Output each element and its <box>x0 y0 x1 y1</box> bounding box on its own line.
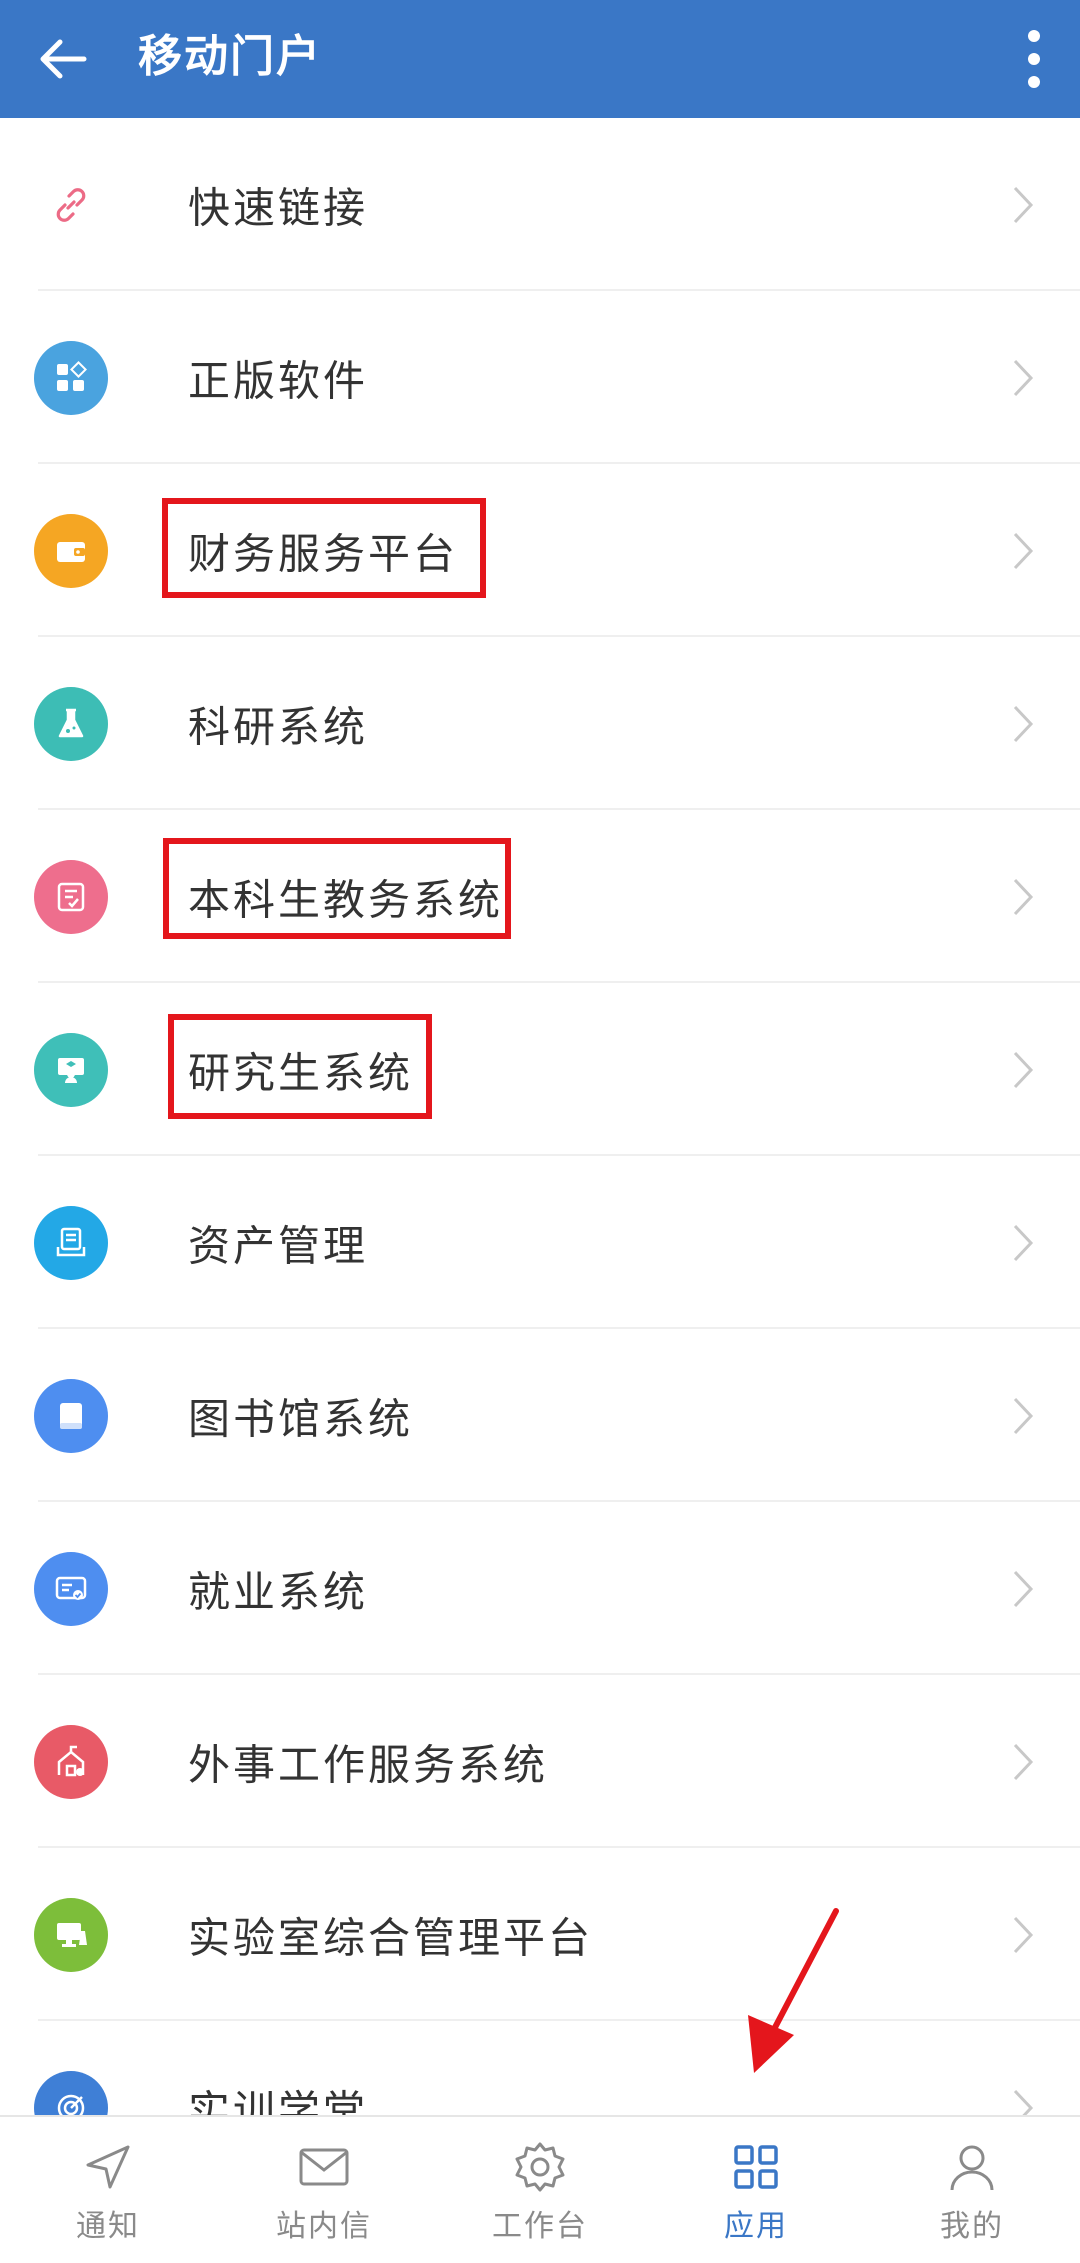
list-item-label: 快速链接 <box>188 183 369 232</box>
app-bar: 移动门户 <box>0 0 1080 118</box>
page-title: 移动门户 <box>138 31 322 82</box>
list-item-graduate-system[interactable]: 研究生系统 <box>0 983 1080 1156</box>
presentation-icon <box>34 1032 108 1107</box>
chevron-right-icon <box>1013 1743 1034 1780</box>
chevron-right-icon <box>1013 878 1034 915</box>
list-item-label: 正版软件 <box>188 356 369 405</box>
book-icon <box>34 1378 108 1453</box>
list-item-licensed-software[interactable]: 正版软件 <box>0 291 1080 464</box>
chevron-right-icon <box>1013 1224 1034 1261</box>
archive-icon <box>34 1205 108 1280</box>
mail-icon <box>299 2148 349 2186</box>
back-arrow-icon[interactable] <box>32 28 94 90</box>
chevron-right-icon <box>1013 186 1034 223</box>
tab-notifications[interactable]: 通知 <box>0 2117 216 2263</box>
chevron-right-icon <box>1013 1916 1034 1953</box>
wallet-icon <box>34 513 108 588</box>
tab-label: 我的 <box>940 2209 1004 2244</box>
list-item-label: 科研系统 <box>188 702 369 751</box>
monitor-icon <box>34 1897 108 1972</box>
apps-icon <box>34 340 108 415</box>
list-item-research-system[interactable]: 科研系统 <box>0 637 1080 810</box>
link-icon <box>34 167 108 242</box>
list-item-label: 财务服务平台 <box>188 529 459 578</box>
send-icon <box>86 2145 130 2189</box>
list-item-label: 图书馆系统 <box>188 1394 414 1443</box>
building-icon <box>34 1724 108 1799</box>
list-item-label: 资产管理 <box>188 1221 369 1270</box>
tab-profile[interactable]: 我的 <box>864 2117 1080 2263</box>
tab-label: 通知 <box>76 2209 140 2244</box>
chevron-right-icon <box>1013 1397 1034 1434</box>
bottom-tab-bar: 通知 站内信 工作台 应用 我的 <box>0 2115 1080 2263</box>
list-item-label: 研究生系统 <box>188 1048 414 1097</box>
target-icon <box>34 2070 108 2115</box>
list-item-label: 就业系统 <box>188 1567 369 1616</box>
user-icon <box>950 2145 994 2191</box>
tab-label: 应用 <box>724 2209 788 2244</box>
list-item-label: 实训学堂 <box>188 2086 369 2115</box>
list-item-employment-system[interactable]: 就业系统 <box>0 1502 1080 1675</box>
tab-label: 工作台 <box>492 2209 588 2244</box>
tab-apps[interactable]: 应用 <box>648 2117 864 2263</box>
certificate-icon <box>34 1551 108 1626</box>
list-item-undergrad-affairs[interactable]: 本科生教务系统 <box>0 810 1080 983</box>
tab-messages[interactable]: 站内信 <box>216 2117 432 2263</box>
list-item-label: 外事工作服务系统 <box>188 1740 549 1789</box>
list-item-lab-management[interactable]: 实验室综合管理平台 <box>0 1848 1080 2021</box>
chevron-right-icon <box>1013 532 1034 569</box>
list-item-library-system[interactable]: 图书馆系统 <box>0 1329 1080 1502</box>
chevron-right-icon <box>1013 2089 1034 2115</box>
document-icon <box>34 859 108 934</box>
tab-label: 站内信 <box>276 2209 372 2244</box>
chevron-right-icon <box>1013 1570 1034 1607</box>
flask-icon <box>34 686 108 761</box>
list-item-asset-management[interactable]: 资产管理 <box>0 1156 1080 1329</box>
grid-icon <box>734 2145 778 2189</box>
chevron-right-icon <box>1013 359 1034 396</box>
chevron-right-icon <box>1013 705 1034 742</box>
gear-icon <box>515 2142 565 2192</box>
list-item-quick-links[interactable]: 快速链接 <box>0 118 1080 291</box>
list-item-training-hall[interactable]: 实训学堂 <box>0 2021 1080 2115</box>
tab-workbench[interactable]: 工作台 <box>432 2117 648 2263</box>
list-item-label: 实验室综合管理平台 <box>188 1913 594 1962</box>
list-item-label: 本科生教务系统 <box>188 875 504 924</box>
app-list: 快速链接 正版软件 财务服务平台 科研系统 本科生教务系统 研究生系统 资产管理… <box>0 118 1080 2115</box>
list-item-foreign-affairs[interactable]: 外事工作服务系统 <box>0 1675 1080 1848</box>
chevron-right-icon <box>1013 1051 1034 1088</box>
list-item-finance-platform[interactable]: 财务服务平台 <box>0 464 1080 637</box>
more-options-icon[interactable] <box>1006 22 1062 96</box>
